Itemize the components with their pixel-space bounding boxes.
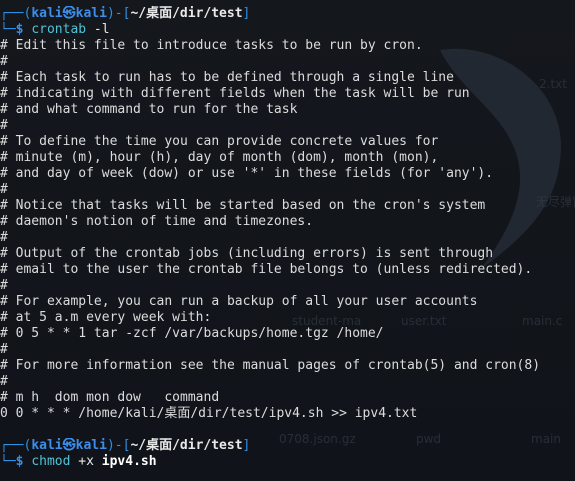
terminal-output[interactable]: ┌──(kali㉿kali)-[~/桌面/dir/test] └─$ cront…	[0, 6, 575, 470]
output-line: # and day of week (dow) or use '*' in th…	[0, 166, 494, 181]
command-args: +x	[70, 454, 102, 469]
prompt-user: kali	[31, 6, 63, 21]
output-line: #	[0, 118, 8, 133]
prompt-user: kali	[31, 438, 63, 453]
command-name: chmod	[31, 454, 71, 469]
prompt-line: ┌──(kali㉿kali)-[~/桌面/dir/test]	[0, 438, 251, 453]
command-line[interactable]: └─$ chmod +x ipv4.sh	[0, 454, 575, 470]
prompt-cwd: ~/桌面/dir/test	[130, 438, 243, 453]
output-line: # email to the user the crontab file bel…	[0, 262, 533, 277]
terminal-window[interactable]: 2.txt 无尽弹窗.sh student-ma user.txt main.c…	[0, 0, 575, 481]
output-line: # Edit this file to introduce tasks to b…	[0, 38, 423, 53]
prompt-line: ┌──(kali㉿kali)-[~/桌面/dir/test]	[0, 6, 251, 21]
prompt-at: ㉿	[62, 438, 76, 453]
prompt-dollar: $	[15, 22, 32, 37]
prompt-corner: ┌──(	[0, 438, 32, 453]
output-line: # and what command to run for the task	[0, 102, 298, 117]
output-line: # Notice that tasks will be started base…	[0, 198, 486, 213]
command-args: -l	[86, 22, 110, 37]
prompt-host: kali	[75, 438, 107, 453]
prompt-dollar: $	[15, 454, 32, 469]
output-line: # minute (m), hour (h), day of month (do…	[0, 150, 439, 165]
output-line: # daemon's notion of time and timezones.	[0, 214, 314, 229]
output-line: # 0 5 * * 1 tar -zcf /var/backups/home.t…	[0, 326, 384, 341]
prompt-at: ㉿	[62, 6, 76, 21]
output-line: # For more information see the manual pa…	[0, 358, 541, 373]
output-line: # indicating with different fields when …	[0, 86, 470, 101]
output-line: #	[0, 54, 8, 69]
output-line: #	[0, 374, 8, 389]
output-line: # For example, you can run a backup of a…	[0, 294, 478, 309]
output-line: # To define the time you can provide con…	[0, 134, 439, 149]
output-line: #	[0, 278, 8, 293]
output-line: # Output of the crontab jobs (including …	[0, 246, 494, 261]
output-line: # m h dom mon dow command	[0, 390, 220, 405]
prompt-host: kali	[75, 6, 107, 21]
output-line: #	[0, 182, 8, 197]
prompt-cwd: ~/桌面/dir/test	[130, 6, 243, 21]
output-line: # at 5 a.m every week with:	[0, 310, 212, 325]
output-line: #	[0, 230, 8, 245]
output-line: #	[0, 342, 8, 357]
output-line: # Each task to run has to be defined thr…	[0, 70, 454, 85]
command-line: └─$ crontab -l	[0, 22, 110, 37]
prompt-corner: ┌──(	[0, 6, 32, 21]
command-target: ipv4.sh	[101, 454, 157, 469]
command-name: crontab	[31, 22, 87, 37]
cron-entry-line: 0 0 * * * /home/kali/桌面/dir/test/ipv4.sh…	[0, 406, 418, 421]
